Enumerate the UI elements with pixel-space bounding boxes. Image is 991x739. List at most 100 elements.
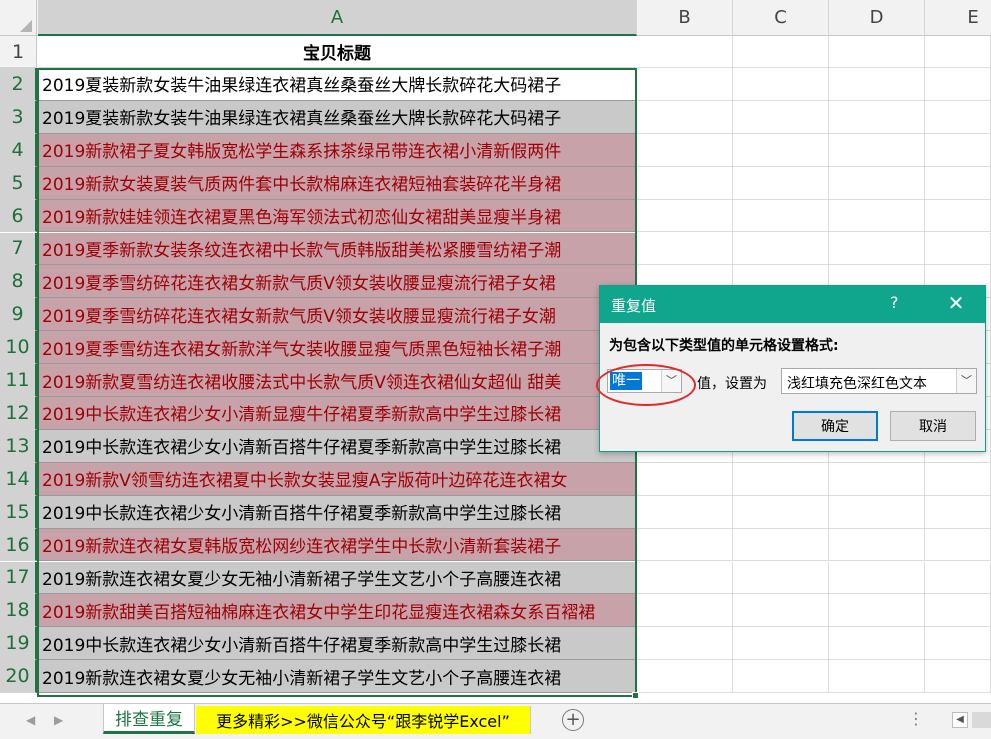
table-row[interactable]: 2019中长款连衣裙少女小清新百搭牛仔裙夏季新款高中学生过膝长裙 xyxy=(38,495,636,529)
empty-cell[interactable] xyxy=(637,528,733,562)
empty-cell[interactable] xyxy=(829,528,925,562)
empty-cell[interactable] xyxy=(829,462,925,496)
close-icon[interactable]: ✕ xyxy=(943,291,969,315)
empty-cell[interactable] xyxy=(925,495,991,529)
empty-cell[interactable] xyxy=(925,133,991,167)
row-header[interactable]: 13 xyxy=(0,429,37,463)
table-row[interactable]: 2019新款娃娃领连衣裙夏黑色海军领法式初恋仙女裙甜美显瘦半身裙 xyxy=(38,199,636,233)
table-row[interactable]: 2019新款裙子夏女韩版宽松学生森系抹茶绿吊带连衣裙小清新假两件 xyxy=(38,133,636,167)
empty-cell[interactable] xyxy=(733,199,829,233)
table-row[interactable]: 2019中长款连衣裙少女小清新显瘦牛仔裙夏季新款高中学生过膝长裙 xyxy=(38,397,636,430)
empty-cell[interactable] xyxy=(925,36,991,68)
empty-cell[interactable] xyxy=(925,660,991,694)
table-row[interactable]: 2019新款V领雪纺连衣裙夏中长款女装显瘦A字版荷叶边碎花连衣裙女 xyxy=(38,462,636,496)
ok-button[interactable]: 确定 xyxy=(792,411,878,441)
empty-cell[interactable] xyxy=(637,232,733,266)
empty-cell[interactable] xyxy=(925,561,991,595)
empty-cell[interactable] xyxy=(829,133,925,167)
row-header[interactable]: 1 xyxy=(0,36,37,68)
empty-cell[interactable] xyxy=(829,495,925,529)
row-header[interactable]: 16 xyxy=(0,528,37,562)
empty-cell[interactable] xyxy=(925,232,991,266)
row-header[interactable]: 19 xyxy=(0,627,37,661)
plus-circle-icon[interactable]: + xyxy=(562,709,584,731)
row-header[interactable]: 7 xyxy=(0,232,37,266)
empty-cell[interactable] xyxy=(637,166,733,200)
empty-cell[interactable] xyxy=(637,36,733,68)
column-header-c[interactable]: C xyxy=(733,0,829,36)
row-header[interactable]: 10 xyxy=(0,331,37,365)
empty-cell[interactable] xyxy=(733,561,829,595)
table-row[interactable]: 2019夏季雪纺碎花连衣裙女新款气质V领女装收腰显瘦流行裙子女潮 xyxy=(38,298,636,332)
empty-cell[interactable] xyxy=(733,495,829,529)
row-header[interactable]: 4 xyxy=(0,133,37,167)
column-title-cell[interactable]: 宝贝标题 xyxy=(38,36,636,68)
row-header[interactable]: 20 xyxy=(0,660,37,694)
table-row[interactable]: 2019新款连衣裙女夏少女无袖小清新裙子学生文艺小个子高腰连衣裙 xyxy=(38,660,636,694)
empty-cell[interactable] xyxy=(829,199,925,233)
empty-cell[interactable] xyxy=(637,199,733,233)
empty-cell[interactable] xyxy=(733,232,829,266)
empty-cell[interactable] xyxy=(733,660,829,694)
empty-cell[interactable] xyxy=(637,100,733,134)
sheet-tab-active[interactable]: 排查重复 xyxy=(103,704,195,734)
column-header-b[interactable]: B xyxy=(637,0,733,36)
empty-cell[interactable] xyxy=(829,166,925,200)
tab-scroll-left-icon[interactable]: ◀ xyxy=(26,713,35,727)
empty-cell[interactable] xyxy=(637,133,733,167)
row-header[interactable]: 5 xyxy=(0,166,37,200)
row-header[interactable]: 18 xyxy=(0,594,37,628)
table-row[interactable]: 2019中长款连衣裙少女小清新百搭牛仔裙夏季新款高中学生过膝长裙 xyxy=(38,627,636,661)
empty-cell[interactable] xyxy=(733,627,829,661)
tab-scroll-right-icon[interactable]: ▶ xyxy=(54,713,63,727)
empty-cell[interactable] xyxy=(733,594,829,628)
more-options-icon[interactable]: ⋮ xyxy=(908,709,924,728)
horizontal-scrollbar[interactable] xyxy=(972,712,991,728)
empty-cell[interactable] xyxy=(733,100,829,134)
row-header[interactable]: 17 xyxy=(0,561,37,595)
empty-cell[interactable] xyxy=(637,594,733,628)
chevron-down-icon[interactable]: ﹀ xyxy=(661,370,681,392)
table-row[interactable]: 2019夏季雪纺碎花连衣裙女新款气质V领女装收腰显瘦流行裙子女裙 xyxy=(38,265,636,299)
select-all-triangle-icon[interactable] xyxy=(20,20,32,32)
empty-cell[interactable] xyxy=(925,528,991,562)
empty-cell[interactable] xyxy=(829,232,925,266)
empty-cell[interactable] xyxy=(733,133,829,167)
empty-cell[interactable] xyxy=(829,36,925,68)
row-header[interactable]: 2 xyxy=(0,68,37,101)
empty-cell[interactable] xyxy=(733,528,829,562)
empty-cell[interactable] xyxy=(925,594,991,628)
empty-cell[interactable] xyxy=(925,627,991,661)
cancel-button[interactable]: 取消 xyxy=(890,411,976,441)
empty-cell[interactable] xyxy=(637,462,733,496)
row-header[interactable]: 14 xyxy=(0,462,37,496)
empty-cell[interactable] xyxy=(925,199,991,233)
row-header[interactable]: 12 xyxy=(0,397,37,430)
sheet-tab-promo[interactable]: 更多精彩>>微信公众号“跟李锐学Excel” xyxy=(196,706,531,734)
empty-cell[interactable] xyxy=(829,660,925,694)
hscroll-left-arrow-icon[interactable]: ◀ xyxy=(952,712,968,728)
empty-cell[interactable] xyxy=(829,627,925,661)
fill-handle[interactable] xyxy=(632,692,639,699)
table-row[interactable]: 2019中长款连衣裙少女小清新百搭牛仔裙夏季新款高中学生过膝长裙 xyxy=(38,429,636,463)
table-row[interactable]: 2019夏装新款女装牛油果绿连衣裙真丝桑蚕丝大牌长款碎花大码裙子 xyxy=(38,100,636,134)
row-header[interactable]: 11 xyxy=(0,364,37,397)
dialog-title-bar[interactable]: 重复值 ? ✕ xyxy=(600,286,985,323)
empty-cell[interactable] xyxy=(637,561,733,595)
table-row[interactable]: 2019新款甜美百搭短袖棉麻连衣裙女中学生印花显瘦连衣裙森女系百褶裙 xyxy=(38,594,636,628)
value-type-select[interactable]: 唯一 ﹀ xyxy=(607,369,682,393)
table-row[interactable]: 2019新款连衣裙女夏少女无袖小清新裙子学生文艺小个子高腰连衣裙 xyxy=(38,561,636,595)
empty-cell[interactable] xyxy=(829,68,925,101)
table-row[interactable]: 2019夏季新款女装条纹连衣裙中长款气质韩版甜美松紧腰雪纺裙子潮 xyxy=(38,232,636,266)
help-icon[interactable]: ? xyxy=(890,293,899,312)
empty-cell[interactable] xyxy=(637,627,733,661)
table-row[interactable]: 2019新款女装夏装气质两件套中长款棉麻连衣裙短袖套装碎花半身裙 xyxy=(38,166,636,200)
column-header-a[interactable]: A xyxy=(38,0,637,36)
row-header[interactable]: 9 xyxy=(0,298,37,332)
empty-cell[interactable] xyxy=(733,36,829,68)
table-row[interactable]: 2019夏季雪纺连衣裙女新款洋气女装收腰显瘦气质黑色短袖长裙子潮 xyxy=(38,331,636,365)
empty-cell[interactable] xyxy=(733,462,829,496)
row-header[interactable]: 8 xyxy=(0,265,37,299)
chevron-down-icon[interactable]: ﹀ xyxy=(956,369,976,393)
table-row[interactable]: 2019新款夏雪纺连衣裙收腰法式中长款气质V领连衣裙仙女超仙 甜美 xyxy=(38,364,636,397)
